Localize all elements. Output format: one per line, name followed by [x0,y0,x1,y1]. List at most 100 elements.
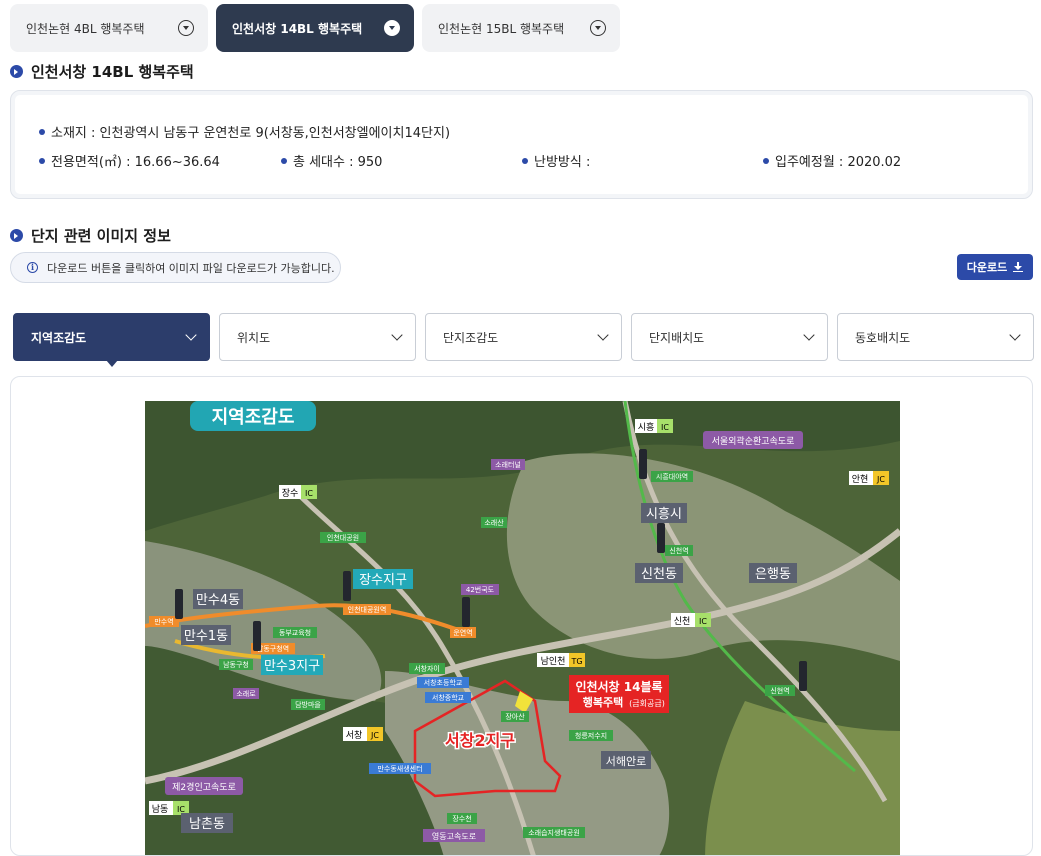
image-tab-complex-aerial[interactable]: 단지조감도 [425,313,622,361]
svg-text:행복주택: 행복주택 [583,695,623,709]
project-tabs: 인천논현 4BL 행복주택 인천서창 14BL 행복주택 인천논현 15BL 행… [10,4,620,52]
svg-text:서울외곽순환고속도로: 서울외곽순환고속도로 [712,435,795,447]
map-label-soraetil: 소래터널 [495,460,521,469]
svg-text:만수4동: 만수4동 [196,593,240,608]
svg-text:(금회공급): (금회공급) [629,699,665,708]
map-label-incheon-park: 인천대공원 [327,533,359,542]
arrow-bullet-icon [10,229,23,242]
map-label-dambang: 담방마을 [295,700,321,709]
info-address: 소재지 : 인천광역시 남동구 운연천로 9(서창동,인천서창엘에이치14단지) [39,122,450,141]
map-label-anhyeon-jc: 안현 JC [849,471,889,485]
image-tab-label: 위치도 [237,330,271,345]
svg-text:서해안로: 서해안로 [606,754,646,768]
map-label-mansu1: 만수1동 [181,625,231,645]
info-households-text: 총 세대수 : 950 [293,155,383,170]
tab-label: 인천논현 15BL 행복주택 [438,21,565,36]
image-tab-label: 동호배치도 [855,330,911,345]
regional-aerial-image: 지역조감도 시흥 IC 안현 JC 장수 IC 신천 IC 남인천 TG 서창 … [145,401,900,855]
info-households: 총 세대수 : 950 [281,151,382,170]
svg-text:JC: JC [370,731,379,740]
tab-label: 인천서창 14BL 행복주택 [232,21,363,36]
section-title-text: 인천서창 14BL 행복주택 [31,63,194,81]
image-tab-label: 지역조감도 [31,330,87,345]
map-label-sincheon-stn: 신천역 [669,546,688,555]
svg-text:은행동: 은행동 [755,566,791,582]
map-label-mansu-welfare: 만수동새생센터 [377,764,422,773]
bullet-icon [522,157,528,164]
svg-text:안현: 안현 [852,474,869,485]
svg-text:TG: TG [570,657,582,666]
svg-text:만수1동: 만수1동 [184,629,228,644]
svg-text:IC: IC [305,489,313,498]
svg-text:시흥시: 시흥시 [646,507,682,522]
map-label-dongbu-edu: 동부교육청 [279,629,311,637]
map-title: 지역조감도 [212,407,295,428]
info-heating-text: 난방방식 : [534,155,591,170]
map-label-namdong-gucheong: 남동구청 [223,660,249,669]
map-label-unyeon-stn: 운연역 [453,628,472,637]
map-label-mansu-stn: 만수역 [154,617,173,626]
chevron-down-icon [597,329,609,341]
download-button[interactable]: 다운로드 [957,254,1033,280]
map-label-seochang-elem: 서창초등학교 [424,678,463,687]
info-heating: 난방방식 : [522,151,590,170]
info-address-text: 소재지 : 인천광역시 남동구 운연천로 9(서창동,인천서창엘에이치14단지) [51,126,451,141]
download-button-label: 다운로드 [966,261,1008,274]
notice-text: 다운로드 버튼을 클릭하여 이미지 파일 다운로드가 가능합니다. [47,261,335,275]
map-label-second-gyeongin: 제2경인고속도로 [165,777,243,795]
map-label-seochang2: 서창2지구 [445,731,515,750]
bullet-icon [763,157,769,164]
image-tab-unit-layout[interactable]: 동호배치도 [837,313,1034,361]
tab-label: 인천논현 4BL 행복주택 [26,21,145,36]
chevron-down-icon [391,329,403,341]
map-label-soraero: 소래로 [236,689,256,698]
map-label-national-route: 42번국도 [466,585,495,594]
section-title-images: 단지 관련 이미지 정보 [10,225,171,246]
info-icon: i [27,262,38,273]
map-label-mansu3: 만수3지구 [261,655,323,675]
svg-text:제2경인고속도로: 제2경인고속도로 [172,781,236,793]
info-move-in-text: 입주예정월 : 2020.02 [775,155,902,170]
map-label-cheongneung: 청릉저수지 [575,731,607,740]
map-label-sorae-eco: 소래습지생태공원 [528,828,580,837]
map-label-namdong-ic: 남동 IC [149,801,189,815]
tab-nonhyeon-4bl[interactable]: 인천논현 4BL 행복주택 [10,4,208,52]
svg-text:장수지구: 장수지구 [359,573,407,588]
tab-nonhyeon-15bl[interactable]: 인천논현 15BL 행복주택 [422,4,620,52]
map-label-seochang-xi: 서창자이 [414,664,440,673]
map-label-sincheon-dong: 신천동 [635,563,683,583]
chevron-down-icon [185,329,197,341]
svg-text:JC: JC [876,475,885,484]
image-tab-regional-aerial[interactable]: 지역조감도 [13,313,210,367]
info-area-text: 전용면적(㎡) : 16.66~36.64 [51,155,220,170]
svg-text:IC: IC [699,617,707,626]
map-label-sorae-san: 소래산 [484,518,504,527]
map-label-namdong-gucheong-stn: 남동구청역 [257,644,289,653]
chevron-down-icon [178,20,194,36]
svg-text:신천동: 신천동 [641,567,677,582]
svg-text:장수: 장수 [282,488,299,499]
map-label-seochang-jc: 서창 JC [343,727,383,741]
info-move-in: 입주예정월 : 2020.02 [763,151,901,170]
map-label-seoul-ring: 서울외곽순환고속도로 [703,431,803,449]
chevron-down-icon [803,329,815,341]
map-label-seohaean-ro: 서해안로 [601,751,651,769]
map-label-seochang-mid: 서창중학교 [432,693,465,702]
svg-text:서창: 서창 [346,730,363,741]
chevron-down-icon [590,20,606,36]
svg-text:인천서창 14블록: 인천서창 14블록 [575,679,662,694]
svg-text:남인천: 남인천 [541,656,566,667]
map-callout-project: 인천서창 14블록 행복주택 (금회공급) [569,675,669,713]
image-tab-site-plan[interactable]: 단지배치도 [631,313,828,361]
map-label-siheung-ic: 시흥 IC [635,419,673,433]
download-icon [1013,262,1024,272]
image-viewer: 지역조감도 시흥 IC 안현 JC 장수 IC 신천 IC 남인천 TG 서창 … [10,376,1033,856]
project-info-card: 소재지 : 인천광역시 남동구 운연천로 9(서창동,인천서창엘에이치14단지)… [10,90,1033,199]
map-label-eunhaeng-dong: 은행동 [749,563,797,583]
section-title-text: 단지 관련 이미지 정보 [31,227,171,245]
map-label-jangsu-ic: 장수 IC [279,485,317,499]
map-label-incheon-park-stn: 인천대공원역 [348,605,387,614]
chevron-down-icon [1009,329,1021,341]
image-tab-location-map[interactable]: 위치도 [219,313,416,361]
tab-seochang-14bl[interactable]: 인천서창 14BL 행복주택 [216,4,414,52]
